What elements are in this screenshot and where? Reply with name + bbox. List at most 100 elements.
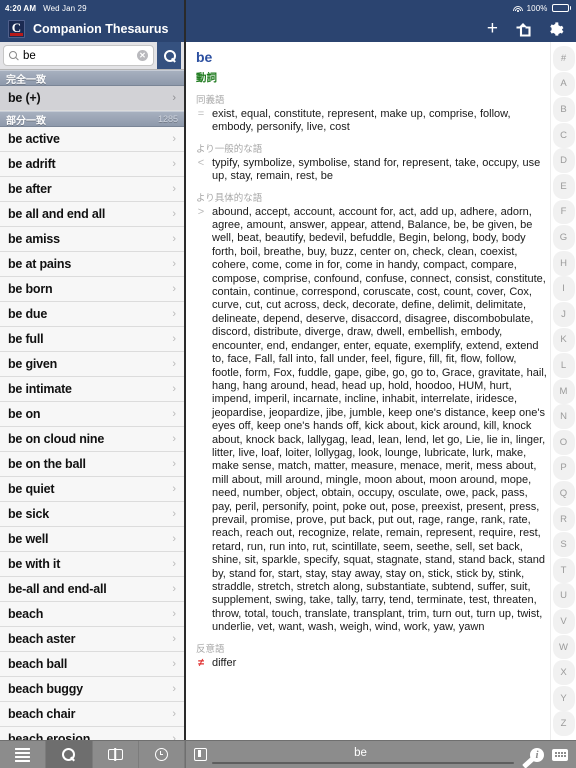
plus-icon: + (486, 18, 498, 39)
detail-pane[interactable]: be 動詞 同義語 = exist, equal, constitute, repr… (185, 42, 576, 750)
alpha-index-y[interactable]: Y (552, 685, 575, 711)
chevron-right-icon: › (172, 158, 176, 170)
list-item[interactable]: be quiet › (0, 477, 184, 502)
list-item[interactable]: be after › (0, 177, 184, 202)
keyboard-button[interactable] (552, 748, 568, 761)
alpha-index-q[interactable]: Q (552, 481, 575, 506)
list-item-label: beach aster (8, 632, 76, 646)
alpha-index-r[interactable]: R (552, 506, 575, 532)
list-item[interactable]: be with it › (0, 552, 184, 577)
chevron-right-icon: › (172, 283, 176, 295)
search-submit-button[interactable] (157, 42, 181, 69)
alpha-index-m[interactable]: M (552, 378, 575, 404)
group-symbol-less-than-icon: < (197, 156, 205, 169)
alpha-index-j[interactable]: J (552, 301, 575, 327)
group-title: 同義語 (196, 95, 225, 106)
chevron-right-icon: › (172, 133, 176, 145)
alpha-index-hash[interactable]: # (552, 46, 575, 71)
word-list[interactable]: 完全一致 be (+) › 部分一致 1285 be active › be adr… (0, 70, 184, 750)
chevron-right-icon: › (172, 533, 176, 545)
list-item[interactable]: be adrift › (0, 152, 184, 177)
section-count: 1285 (157, 114, 178, 124)
alpha-index-g[interactable]: G (552, 225, 575, 250)
alpha-index-x[interactable]: X (552, 660, 575, 686)
list-item-label: be with it (8, 557, 61, 571)
list-item[interactable]: beach ball › (0, 652, 184, 677)
list-item[interactable]: be all and end all › (0, 202, 184, 227)
alpha-index-u[interactable]: U (552, 583, 575, 609)
list-item-label: be due (8, 307, 48, 321)
section-header-partial-match: 部分一致 1285 (0, 111, 184, 127)
alpha-index-b[interactable]: B (552, 97, 575, 122)
chevron-right-icon: › (172, 333, 176, 345)
alpha-index-k[interactable]: K (552, 327, 575, 353)
list-item-label: be given (8, 357, 58, 371)
toolbar-word-field[interactable]: be (194, 741, 514, 768)
app-icon: C (8, 20, 25, 38)
list-item[interactable]: be given › (0, 352, 184, 377)
alpha-index-v[interactable]: V (552, 609, 575, 634)
alpha-index-t[interactable]: T (552, 557, 575, 583)
section-header-exact-match: 完全一致 (0, 70, 184, 86)
clock-icon (154, 748, 168, 761)
list-item[interactable]: beach › (0, 602, 184, 627)
list-item-label: be quiet (8, 482, 55, 496)
list-item[interactable]: be born › (0, 277, 184, 302)
list-item-label: be full (8, 332, 44, 346)
history-button[interactable] (139, 741, 185, 768)
thesaurus-group: 反意語 ≠ differ (196, 641, 548, 670)
section-title: 部分一致 (6, 115, 46, 127)
add-button[interactable]: + (486, 18, 498, 39)
search-button[interactable] (46, 741, 93, 768)
list-item-label: be on cloud nine (8, 432, 105, 446)
group-body: ≠ differ (196, 657, 548, 670)
list-item[interactable]: be due › (0, 302, 184, 327)
alpha-index-n[interactable]: N (552, 404, 575, 430)
alpha-index-f[interactable]: F (552, 199, 575, 225)
list-item[interactable]: beach aster › (0, 627, 184, 652)
clear-search-icon[interactable]: ✕ (137, 50, 148, 61)
app-window: 4:20 AM Wed Jan 29 100% C Companion Thes… (0, 0, 576, 768)
menu-button[interactable] (0, 741, 47, 768)
split-view-divider[interactable] (184, 0, 186, 768)
list-item[interactable]: be full › (0, 327, 184, 352)
alpha-index-w[interactable]: W (552, 634, 575, 660)
alphabet-index[interactable]: # A B C D E F G H I J K L M N O P Q R S T U V W X Y Z (550, 42, 576, 750)
flag-icon[interactable] (194, 748, 207, 761)
list-item[interactable]: be amiss › (0, 227, 184, 252)
alpha-index-i[interactable]: I (552, 276, 575, 302)
list-item[interactable]: be (+) › (0, 86, 184, 111)
alpha-index-p[interactable]: P (552, 455, 575, 481)
list-item[interactable]: be intimate › (0, 377, 184, 402)
alpha-index-l[interactable]: L (552, 353, 575, 378)
search-input[interactable]: be ✕ (3, 45, 154, 66)
chevron-right-icon: › (172, 358, 176, 370)
alpha-index-a[interactable]: A (552, 71, 575, 97)
list-item[interactable]: be sick › (0, 502, 184, 527)
list-item[interactable]: beach chair › (0, 702, 184, 727)
alpha-index-z[interactable]: Z (552, 711, 575, 737)
list-item[interactable]: be on cloud nine › (0, 427, 184, 452)
list-item[interactable]: be at pains › (0, 252, 184, 277)
list-item[interactable]: be on › (0, 402, 184, 427)
sidebar: be ✕ 完全一致 be (+) › 部分一致 1285 be active ›… (0, 42, 185, 750)
alpha-index-e[interactable]: E (552, 173, 575, 199)
bookmarks-button[interactable] (93, 741, 139, 768)
list-item[interactable]: be on the ball › (0, 452, 184, 477)
alpha-index-d[interactable]: D (552, 148, 575, 174)
alpha-index-s[interactable]: S (552, 532, 575, 558)
alpha-index-o[interactable]: O (552, 429, 575, 455)
list-item[interactable]: beach buggy › (0, 677, 184, 702)
alphabet-index-list: # A B C D E F G H I J K L M N O P Q R S T U V W X Y Z (552, 46, 575, 737)
list-item[interactable]: be-all and end-all › (0, 577, 184, 602)
settings-button[interactable] (548, 21, 564, 37)
group-body: > abound, accept, account, account for, a… (196, 206, 548, 635)
chevron-right-icon: › (172, 633, 176, 645)
navigation-bar: C Companion Thesaurus + (0, 16, 576, 42)
share-button[interactable] (515, 22, 531, 37)
thesaurus-groups: 同義語 = exist, equal, constitute, represent,… (196, 92, 548, 670)
alpha-index-c[interactable]: C (552, 122, 575, 148)
list-item[interactable]: be active › (0, 127, 184, 152)
list-item[interactable]: be well › (0, 527, 184, 552)
alpha-index-h[interactable]: H (552, 250, 575, 276)
